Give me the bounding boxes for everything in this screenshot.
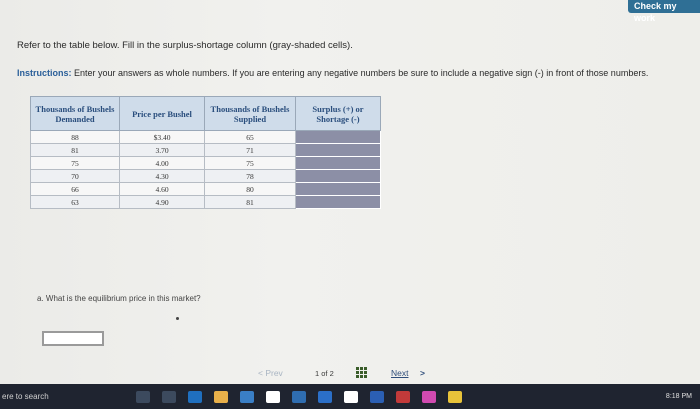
cell-supplied: 65	[204, 130, 296, 144]
page-indicator: 1 of 2	[315, 369, 334, 378]
surplus-input-cell[interactable]	[295, 130, 381, 144]
check-my-work-button[interactable]: Check my work	[628, 0, 700, 23]
surplus-input-cell[interactable]	[295, 156, 381, 170]
microphone-icon[interactable]	[136, 390, 150, 403]
instructions: Instructions: Enter your answers as whol…	[17, 68, 657, 79]
surplus-input-cell[interactable]	[295, 195, 381, 209]
taskbar-search[interactable]: ere to search	[0, 392, 122, 401]
equilibrium-price-input[interactable]	[42, 331, 104, 346]
instructions-label: Instructions:	[17, 68, 72, 78]
store-icon[interactable]	[240, 390, 254, 403]
task-view-icon[interactable]	[162, 390, 176, 403]
table-row: 63 4.90 81	[30, 195, 381, 209]
clock: 8:18 PM	[665, 392, 692, 400]
cell-supplied: 80	[204, 182, 296, 196]
prev-button[interactable]: < Prev	[258, 368, 283, 378]
taskbar: ere to search 8:18 PM	[0, 384, 700, 409]
next-button[interactable]: Next	[391, 368, 408, 378]
table-row: 88 $3.40 65	[30, 130, 381, 144]
word-icon[interactable]	[370, 390, 384, 403]
app2-icon[interactable]	[396, 390, 410, 403]
cell-demanded: 75	[30, 156, 120, 170]
supply-demand-table: Thousands of Bushels Demanded Price per …	[30, 96, 381, 209]
cell-price: 3.70	[119, 143, 205, 157]
table-row: 70 4.30 78	[30, 169, 381, 183]
table-header-row: Thousands of Bushels Demanded Price per …	[30, 96, 381, 131]
cell-demanded: 63	[30, 195, 120, 209]
page-total: 2	[329, 369, 334, 378]
cell-supplied: 78	[204, 169, 296, 183]
next-arrow-icon[interactable]: >	[420, 368, 425, 378]
instructions-text: Enter your answers as whole numbers. If …	[71, 68, 649, 78]
app-icon[interactable]	[318, 390, 332, 403]
cell-supplied: 81	[204, 195, 296, 209]
cell-price: 4.00	[119, 156, 205, 170]
cell-price: 4.90	[119, 195, 205, 209]
mail-icon[interactable]	[344, 390, 358, 403]
cell-price: 4.60	[119, 182, 205, 196]
page-of: of	[321, 369, 328, 378]
chrome-icon[interactable]	[448, 390, 462, 403]
cell-supplied: 75	[204, 156, 296, 170]
surplus-input-cell[interactable]	[295, 169, 381, 183]
edge-icon[interactable]	[188, 390, 202, 403]
header-supplied: Thousands of Bushels Supplied	[204, 96, 296, 131]
app3-icon[interactable]	[422, 390, 436, 403]
dropbox-icon[interactable]	[292, 390, 306, 403]
grid-icon[interactable]	[356, 367, 367, 378]
surplus-input-cell[interactable]	[295, 143, 381, 157]
table-row: 75 4.00 75	[30, 156, 381, 170]
cell-price: 4.30	[119, 169, 205, 183]
header-surplus: Surplus (+) or Shortage (-)	[295, 96, 381, 131]
amazon-icon[interactable]	[266, 390, 280, 403]
cell-demanded: 66	[30, 182, 120, 196]
page-content: Check my work Refer to the table below. …	[0, 0, 700, 384]
page-current: 1	[315, 369, 320, 378]
table-row: 66 4.60 80	[30, 182, 381, 196]
cell-demanded: 88	[30, 130, 120, 144]
cell-supplied: 71	[204, 143, 296, 157]
file-explorer-icon[interactable]	[214, 390, 228, 403]
cell-demanded: 81	[30, 143, 120, 157]
header-price: Price per Bushel	[119, 96, 205, 131]
cursor-dot	[176, 317, 179, 320]
cell-demanded: 70	[30, 169, 120, 183]
surplus-input-cell[interactable]	[295, 182, 381, 196]
intro-text: Refer to the table below. Fill in the su…	[17, 40, 353, 51]
table-row: 81 3.70 71	[30, 143, 381, 157]
question-text: a. What is the equilibrium price in this…	[37, 294, 201, 303]
cell-price: $3.40	[119, 130, 205, 144]
header-demanded: Thousands of Bushels Demanded	[30, 96, 120, 131]
